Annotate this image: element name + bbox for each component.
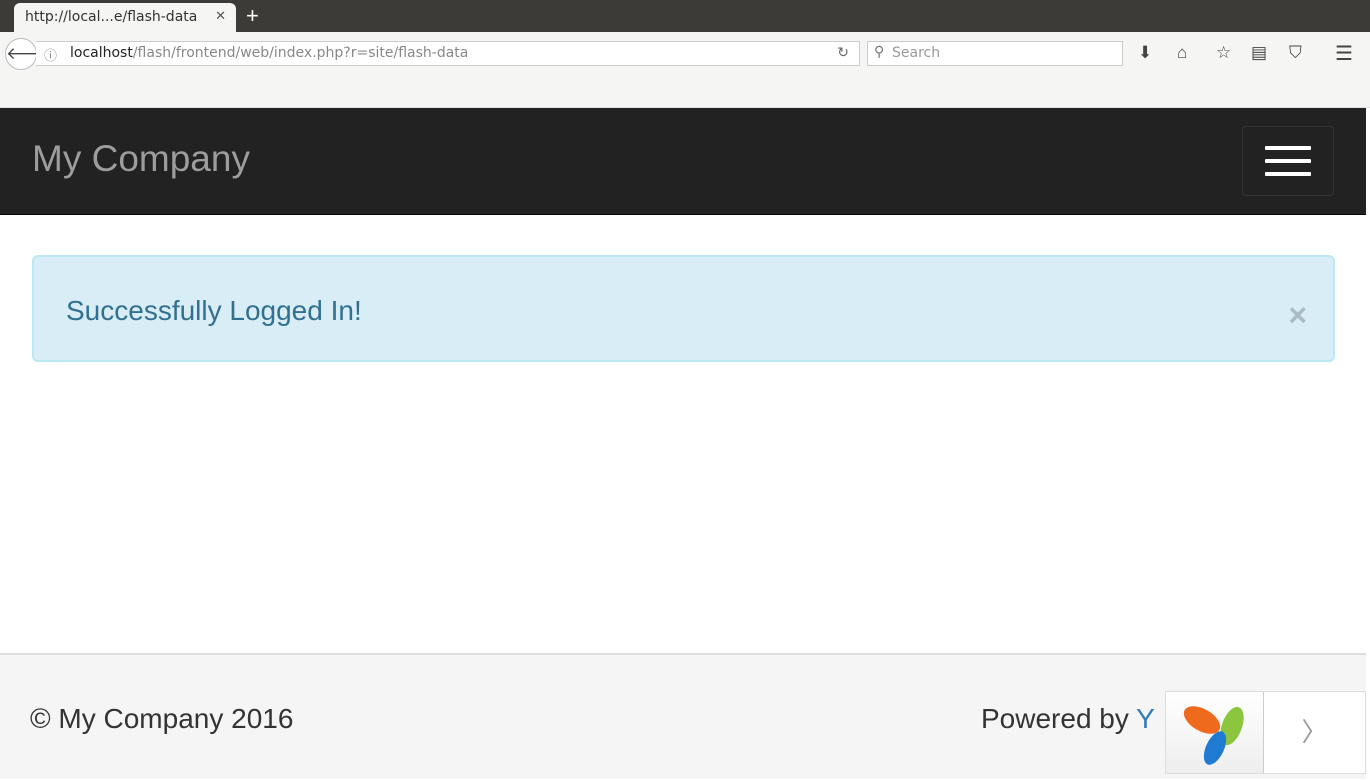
tab-title: http://local...e/flash-data: [25, 9, 198, 25]
reload-icon[interactable]: ↻: [837, 45, 849, 61]
new-tab-button[interactable]: +: [246, 3, 259, 29]
yii-debug-toolbar[interactable]: 〉: [1165, 691, 1366, 774]
browser-tab-bar: http://local...e/flash-data ✕ +: [0, 0, 1370, 32]
close-alert-button[interactable]: ×: [1288, 297, 1307, 334]
close-tab-icon[interactable]: ✕: [215, 9, 226, 24]
chevron-right-icon[interactable]: 〉: [1264, 692, 1365, 773]
menu-icon[interactable]: ☰: [1335, 41, 1353, 66]
yii-link[interactable]: Y: [1136, 703, 1155, 734]
navbar-toggle-button[interactable]: [1242, 126, 1334, 196]
footer-powered-by: Powered by Y: [981, 703, 1155, 735]
alert-message: Successfully Logged In!: [66, 295, 362, 326]
yii-logo-icon[interactable]: [1166, 692, 1264, 773]
reading-list-icon[interactable]: ▤: [1251, 43, 1267, 63]
browser-tab[interactable]: http://local...e/flash-data ✕: [14, 3, 236, 32]
search-input[interactable]: ⚲ Search: [867, 41, 1123, 66]
bookmark-star-icon[interactable]: ☆: [1216, 43, 1231, 63]
url-host: localhost: [70, 45, 133, 61]
site-navbar: My Company: [0, 108, 1366, 215]
browser-toolbar: 🡐 ⓘ localhost/flash/frontend/web/index.p…: [0, 32, 1370, 108]
url-bar[interactable]: ⓘ localhost/flash/frontend/web/index.php…: [36, 41, 860, 66]
back-button[interactable]: 🡐: [5, 38, 52, 70]
brand-link[interactable]: My Company: [32, 138, 250, 180]
info-icon[interactable]: ⓘ: [44, 45, 57, 64]
url-path: /flash/frontend/web/index.php?r=site/fla…: [132, 45, 469, 61]
search-placeholder: Search: [892, 45, 941, 61]
footer-copyright: © My Company 2016: [30, 703, 294, 734]
success-alert: Successfully Logged In! ×: [32, 255, 1335, 362]
home-icon[interactable]: ⌂: [1177, 43, 1187, 63]
footer: © My Company 2016 Powered by Y: [0, 653, 1366, 779]
search-icon: ⚲: [874, 44, 885, 60]
powered-by-text: Powered by: [981, 703, 1137, 734]
pocket-icon[interactable]: ⛉: [1289, 43, 1302, 63]
download-icon[interactable]: ⬇: [1138, 43, 1152, 63]
